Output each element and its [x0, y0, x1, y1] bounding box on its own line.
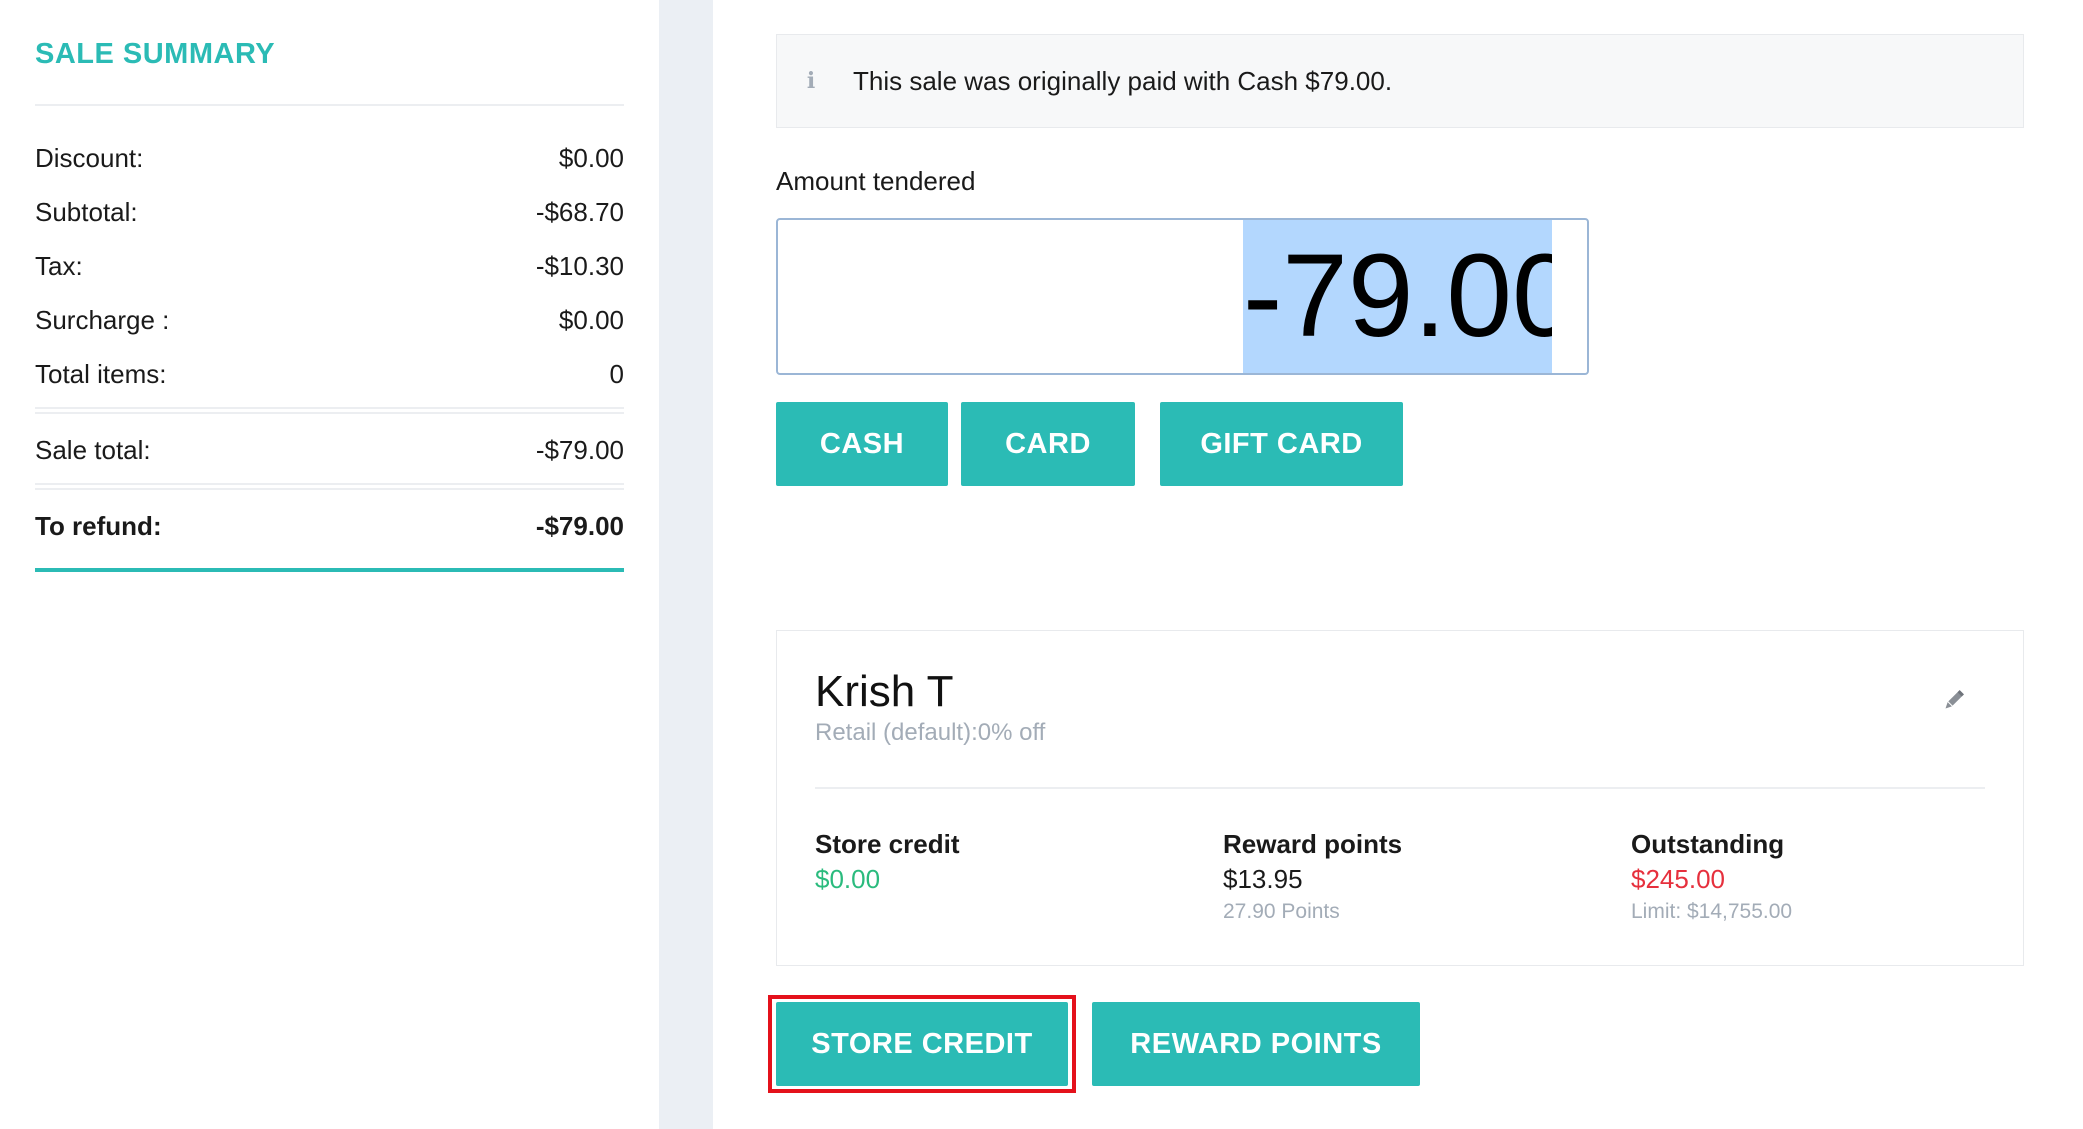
outstanding-value: $245.00	[1631, 864, 1725, 894]
notice-text: This sale was originally paid with Cash …	[853, 65, 1393, 96]
reward-points-count: 27.90 Points	[1223, 900, 1340, 923]
outstanding-stat: Outstanding $245.00 Limit: $14,755.00	[1631, 827, 1792, 927]
customer-card: Krish T Retail (default):0% off Store cr…	[776, 630, 2024, 966]
summary-row-tax: Tax: -$10.30	[35, 248, 624, 284]
summary-row-surcharge: Surcharge : $0.00	[35, 302, 624, 338]
summary-divider	[35, 483, 624, 485]
customer-name: Krish T	[815, 667, 954, 716]
summary-row-to-refund: To refund: -$79.00	[35, 508, 624, 544]
summary-row-discount: Discount: $0.00	[35, 140, 624, 176]
summary-accent-rule	[35, 568, 624, 572]
summary-label: Subtotal:	[35, 196, 138, 227]
summary-row-total-items: Total items: 0	[35, 356, 624, 392]
customer-pricing-group: Retail (default):0% off	[815, 719, 1046, 746]
store-credit-label: Store credit	[815, 829, 960, 859]
sale-total-label: Sale total:	[35, 434, 151, 465]
summary-divider	[35, 488, 624, 490]
store-credit-stat: Store credit $0.00	[815, 827, 960, 897]
amount-tendered-label: Amount tendered	[776, 166, 976, 196]
summary-divider	[35, 104, 624, 106]
pencil-icon[interactable]	[1941, 687, 1967, 713]
summary-label: Surcharge :	[35, 304, 170, 335]
sale-total-value: -$79.00	[535, 434, 624, 465]
reward-points-label: Reward points	[1223, 829, 1403, 859]
summary-divider	[35, 412, 624, 414]
sale-summary-panel: SALE SUMMARY Discount: $0.00 Subtotal: -…	[0, 0, 659, 1129]
summary-value: -$68.70	[535, 196, 624, 227]
refund-payment-screen: SALE SUMMARY Discount: $0.00 Subtotal: -…	[0, 0, 2083, 1129]
store-credit-value: $0.00	[815, 864, 881, 894]
summary-value: $0.00	[558, 142, 624, 173]
summary-row-sale-total: Sale total: -$79.00	[35, 432, 624, 468]
reward-points-button[interactable]: REWARD POINTS	[1092, 1002, 1420, 1086]
summary-divider	[35, 407, 624, 409]
info-icon: i	[806, 68, 816, 94]
summary-title: SALE SUMMARY	[35, 38, 276, 70]
summary-label: Total items:	[35, 358, 167, 389]
summary-value: $0.00	[558, 304, 624, 335]
outstanding-label: Outstanding	[1631, 829, 1785, 859]
outstanding-limit: Limit: $14,755.00	[1631, 900, 1793, 923]
summary-value: 0	[609, 358, 624, 389]
to-refund-label: To refund:	[35, 510, 162, 541]
cash-button[interactable]: CASH	[776, 402, 948, 486]
highlight-box	[768, 995, 1076, 1093]
summary-row-subtotal: Subtotal: -$68.70	[35, 194, 624, 230]
amount-tendered-input[interactable]: -79.00	[776, 218, 1589, 375]
to-refund-value: -$79.00	[535, 510, 624, 541]
card-button[interactable]: CARD	[961, 402, 1135, 486]
amount-tendered-value[interactable]: -79.00	[1243, 220, 1552, 373]
customer-divider	[815, 787, 1985, 789]
gift-card-button[interactable]: GIFT CARD	[1160, 402, 1403, 486]
original-payment-notice: i This sale was originally paid with Cas…	[776, 34, 2024, 128]
reward-points-value: $13.95	[1223, 864, 1303, 894]
summary-label: Discount:	[35, 142, 144, 173]
panel-separator	[659, 0, 713, 1129]
summary-label: Tax:	[35, 250, 83, 281]
summary-value: -$10.30	[535, 250, 624, 281]
reward-points-stat: Reward points $13.95 27.90 Points	[1223, 827, 1402, 927]
